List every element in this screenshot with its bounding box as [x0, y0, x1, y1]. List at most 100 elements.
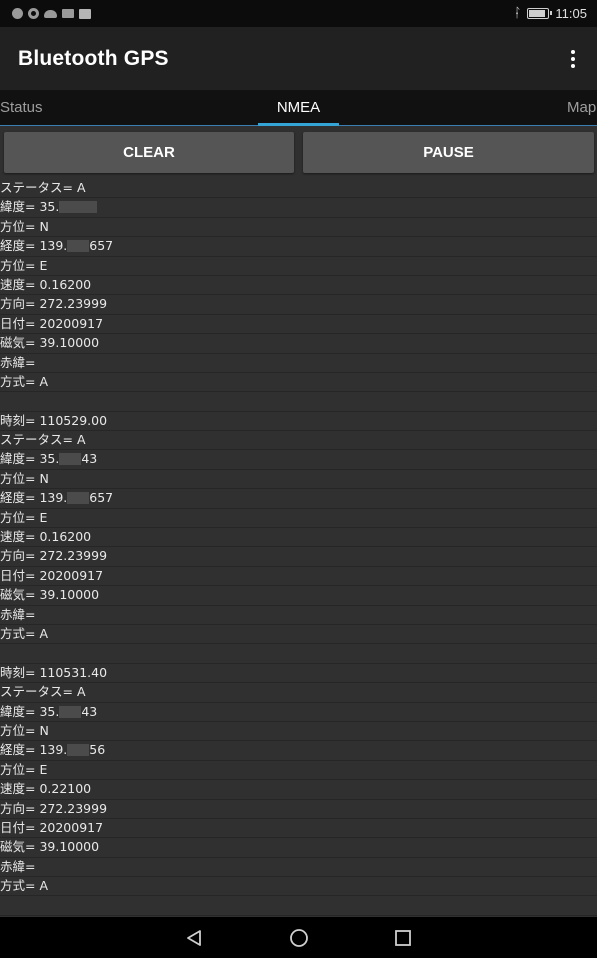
log-row-suffix: 56 [89, 742, 106, 758]
redacted-digits [67, 744, 90, 757]
log-row-text: 方式= A [0, 373, 48, 389]
log-row: 方式= A [0, 625, 597, 645]
log-row: ステータス= A [0, 683, 597, 703]
log-row: 緯度= 35. [0, 198, 597, 218]
log-row: 磁気= 39.10000 [0, 838, 597, 858]
log-row: 方位= N [0, 218, 597, 238]
battery-icon [527, 8, 553, 19]
log-row-text: 速度= 0.16200 [0, 276, 92, 292]
log-row [0, 392, 597, 412]
log-row-text: 赤緯= [0, 858, 36, 874]
log-row: 磁気= 39.10000 [0, 586, 597, 606]
log-row-text: 磁気= 39.10000 [0, 335, 100, 351]
tab-status[interactable]: Status [0, 90, 43, 126]
log-row-text: 方向= 272.23999 [0, 800, 108, 816]
log-row-text: 方式= A [0, 625, 48, 641]
bluetooth-icon: ᛛ [513, 6, 522, 21]
log-row: 経度= 139. 657 [0, 489, 597, 509]
log-row: 速度= 0.22100 [0, 780, 597, 800]
redacted-digits [67, 492, 90, 505]
action-buttons: CLEAR PAUSE [0, 127, 597, 179]
log-row: 方向= 272.23999 [0, 800, 597, 819]
log-row: 方向= 272.23999 [0, 295, 597, 315]
status-icons: ᛛ 11:05 [514, 6, 587, 21]
log-row: 赤緯= [0, 354, 597, 373]
log-row-text: 速度= 0.22100 [0, 781, 92, 797]
overflow-menu-icon[interactable] [563, 44, 583, 74]
log-row [0, 896, 597, 916]
log-row-text: 方位= N [0, 722, 49, 738]
log-row: 方位= N [0, 470, 597, 490]
log-row: 経度= 139. 657 [0, 237, 597, 257]
log-row-text: 赤緯= [0, 606, 36, 622]
log-row: 方式= A [0, 373, 597, 393]
log-row-text: 日付= 20200917 [0, 819, 104, 835]
log-row-text: 方位= N [0, 470, 49, 486]
menu-dot [571, 63, 575, 68]
log-row-text: 方位= E [0, 509, 48, 525]
log-row-suffix: 657 [89, 490, 114, 506]
log-row-text: 方位= E [0, 761, 48, 777]
pause-button[interactable]: PAUSE [303, 132, 594, 173]
redacted-digits [59, 453, 82, 466]
log-row-text: 経度= 139. [0, 490, 68, 506]
log-row: 方式= A [0, 877, 597, 897]
selected-tab-indicator [258, 123, 339, 126]
tab-bar: Status NMEA Map [0, 90, 597, 126]
log-row-text: 磁気= 39.10000 [0, 587, 100, 603]
log-row: 赤緯= [0, 858, 597, 878]
notification-icons [12, 8, 91, 19]
log-row: 緯度= 35. 43 [0, 703, 597, 722]
log-row-text: 時刻= 110531.40 [0, 664, 108, 680]
log-row [0, 644, 597, 664]
log-row: 方位= E [0, 761, 597, 781]
log-row: 緯度= 35. 43 [0, 450, 597, 470]
log-row-text: 緯度= 35. [0, 199, 60, 215]
cloud-icon [44, 9, 57, 18]
log-row-text: 方式= A [0, 878, 48, 894]
mail-icon [79, 8, 91, 19]
log-row-text: ステータス= A [0, 684, 86, 700]
log-row-text: 方位= E [0, 257, 48, 273]
tab-nmea[interactable]: NMEA [258, 90, 339, 126]
log-row-text: ステータス= A [0, 180, 86, 195]
app-bar: Bluetooth GPS [0, 27, 597, 90]
menu-dot [571, 56, 575, 61]
log-row-suffix: 43 [81, 451, 98, 467]
redacted-digits [59, 705, 82, 718]
battery-level [529, 10, 545, 17]
log-row: 日付= 20200917 [0, 567, 597, 587]
clear-button[interactable]: CLEAR [4, 132, 294, 173]
log-row: 日付= 20200917 [0, 819, 597, 839]
app-icon [62, 9, 74, 18]
nmea-log-list[interactable]: ステータス= A 緯度= 35. 方位= N 経度= 139. 657 方位= E 速度= … [0, 179, 597, 917]
log-row: 時刻= 110529.00 [0, 412, 597, 432]
system-status-bar: ᛛ 11:05 [0, 0, 597, 27]
log-row: 速度= 0.16200 [0, 528, 597, 548]
log-row-text: 赤緯= [0, 354, 36, 370]
log-row: 速度= 0.16200 [0, 276, 597, 296]
log-row-text: 磁気= 39.10000 [0, 839, 100, 855]
log-row: 方位= E [0, 509, 597, 529]
log-row-text: 方向= 272.23999 [0, 548, 108, 564]
log-row-text: 緯度= 35. [0, 703, 60, 719]
log-row: 経度= 139. 56 [0, 741, 597, 761]
log-row: 時刻= 110531.40 [0, 664, 597, 684]
system-nav-bar [0, 917, 597, 958]
log-row: 磁気= 39.10000 [0, 334, 597, 354]
tab-map[interactable]: Map [567, 90, 596, 126]
log-row-text: 日付= 20200917 [0, 567, 104, 583]
log-row-suffix: 43 [81, 703, 98, 719]
recents-square-icon[interactable] [392, 927, 414, 949]
log-row-text: 経度= 139. [0, 238, 68, 254]
log-row-suffix: 657 [89, 238, 114, 254]
target-icon [28, 8, 39, 19]
circle-icon [12, 8, 23, 19]
menu-dot [571, 49, 575, 54]
redacted-digits [59, 201, 98, 214]
log-row-text: 時刻= 110529.00 [0, 412, 108, 428]
home-circle-icon[interactable] [288, 927, 310, 949]
redacted-digits [67, 240, 90, 253]
back-triangle-icon[interactable] [183, 927, 205, 949]
log-row-text: 緯度= 35. [0, 451, 60, 467]
